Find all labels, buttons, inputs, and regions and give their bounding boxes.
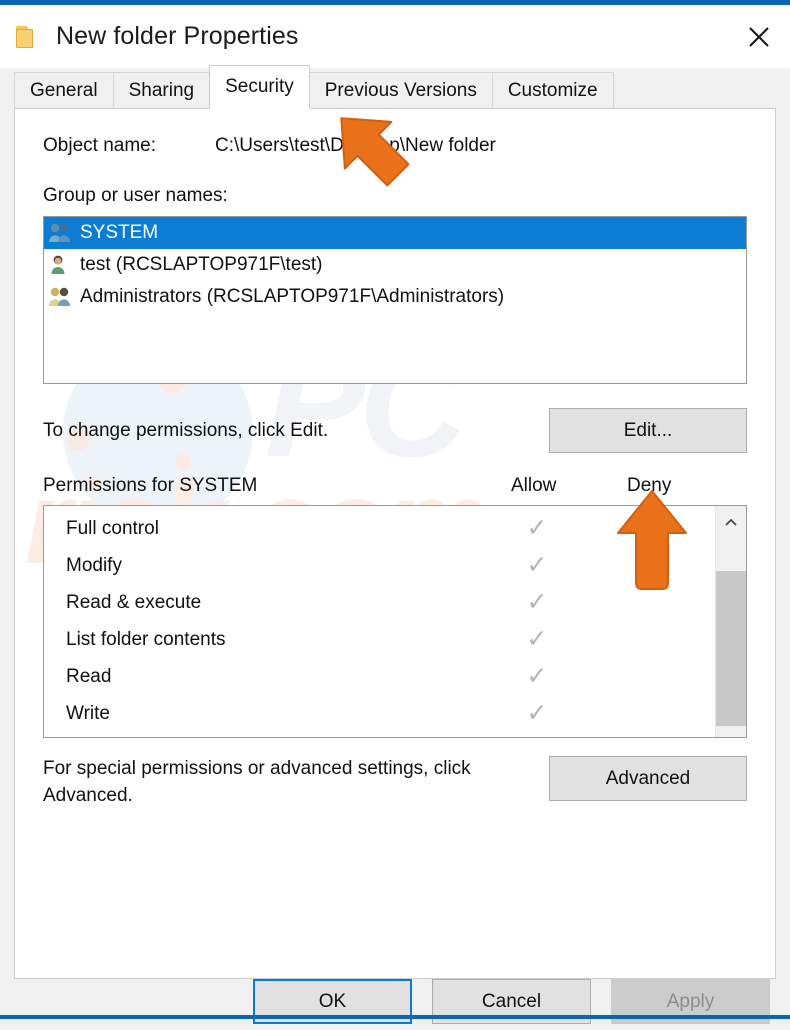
tab-general[interactable]: General — [14, 72, 114, 108]
properties-dialog: New folder Properties General Sharing Se… — [0, 0, 790, 1030]
cancel-button-label: Cancel — [481, 990, 542, 1012]
edit-button[interactable]: Edit... — [549, 408, 747, 453]
object-name-value: C:\Users\test\Desktop\New folder — [215, 135, 496, 156]
folder-icon — [16, 25, 42, 48]
advanced-settings-row: For special permissions or advanced sett… — [43, 756, 747, 810]
allow-checkmark[interactable]: ✓ — [479, 516, 595, 541]
tab-security[interactable]: Security — [209, 65, 310, 109]
tab-customize[interactable]: Customize — [491, 72, 614, 108]
permission-name: Modify — [66, 554, 122, 576]
table-row[interactable]: Full control ✓ — [44, 510, 715, 547]
table-row[interactable]: Write ✓ — [44, 695, 715, 732]
window-title: New folder Properties — [56, 22, 299, 50]
advanced-hint-text: For special permissions or advanced sett… — [43, 758, 471, 806]
list-item-label: SYSTEM — [80, 222, 159, 243]
tab-label: Customize — [507, 79, 598, 101]
object-name-label: Object name: — [43, 135, 156, 156]
permissions-list[interactable]: Full control ✓ Modify ✓ Read & execute ✓ — [43, 505, 747, 738]
allow-checkmark[interactable]: ✓ — [479, 701, 595, 726]
permission-name: Full control — [66, 517, 159, 539]
edit-hint-text: To change permissions, click Edit. — [43, 419, 329, 441]
allow-checkmark[interactable]: ✓ — [479, 627, 595, 652]
tab-sharing[interactable]: Sharing — [112, 72, 211, 108]
allow-checkmark[interactable]: ✓ — [479, 590, 595, 615]
apply-button-label: Apply — [666, 990, 715, 1012]
list-item[interactable]: Administrators (RCSLAPTOP971F\Administra… — [44, 281, 746, 313]
permission-name: List folder contents — [66, 628, 226, 650]
permissions-scrollbar[interactable] — [715, 506, 746, 737]
table-row[interactable]: Read ✓ — [44, 658, 715, 695]
chevron-up-icon[interactable] — [715, 506, 746, 538]
tab-previous-versions[interactable]: Previous Versions — [308, 72, 493, 108]
permissions-header: Permissions for SYSTEM Allow Deny — [43, 475, 747, 497]
group-users-icon — [47, 221, 73, 245]
security-tab-panel: PC risk.com Object name: C:\Users\test\D… — [14, 108, 776, 979]
window-bottom-accent — [0, 1015, 790, 1019]
list-item[interactable]: test (RCSLAPTOP971F\test) — [44, 249, 746, 281]
close-icon[interactable] — [728, 5, 790, 68]
ok-button-label: OK — [318, 990, 347, 1012]
dialog-footer: OK Cancel Apply — [0, 979, 790, 1030]
title-bar: New folder Properties — [0, 5, 790, 68]
tab-label: Security — [225, 76, 294, 97]
tab-label: General — [30, 79, 98, 101]
list-item[interactable]: SYSTEM — [44, 217, 746, 249]
table-row[interactable]: Modify ✓ — [44, 547, 715, 584]
list-item-label: Administrators (RCSLAPTOP971F\Administra… — [80, 286, 505, 307]
tab-label: Sharing — [128, 79, 195, 101]
edit-button-label: Edit... — [623, 419, 673, 441]
edit-permissions-row: To change permissions, click Edit. Edit.… — [43, 408, 747, 453]
object-name-row: Object name: C:\Users\test\Desktop\New f… — [43, 135, 747, 157]
permission-name: Write — [66, 702, 110, 724]
allow-checkmark[interactable]: ✓ — [479, 553, 595, 578]
table-row[interactable]: List folder contents ✓ — [44, 621, 715, 658]
permission-name: Read — [66, 665, 112, 687]
list-item-label: test (RCSLAPTOP971F\test) — [80, 254, 323, 275]
advanced-button[interactable]: Advanced — [549, 756, 747, 801]
permissions-title: Permissions for SYSTEM — [43, 475, 258, 496]
single-user-icon — [47, 253, 73, 277]
allow-checkmark[interactable]: ✓ — [479, 664, 595, 689]
group-or-user-names-list[interactable]: SYSTEM test (RCSLAPTOP971F\test) Adminis… — [43, 216, 747, 384]
column-header-allow: Allow — [511, 475, 557, 496]
group-users-icon — [47, 285, 73, 309]
tab-label: Previous Versions — [324, 79, 477, 101]
permission-name: Read & execute — [66, 591, 202, 613]
group-list-label: Group or user names: — [43, 185, 228, 206]
tab-strip: General Sharing Security Previous Versio… — [0, 65, 790, 109]
scrollbar-track[interactable] — [715, 538, 746, 726]
scrollbar-thumb[interactable] — [715, 571, 746, 726]
advanced-button-label: Advanced — [605, 767, 691, 789]
table-row[interactable]: Read & execute ✓ — [44, 584, 715, 621]
column-header-deny: Deny — [627, 475, 672, 496]
